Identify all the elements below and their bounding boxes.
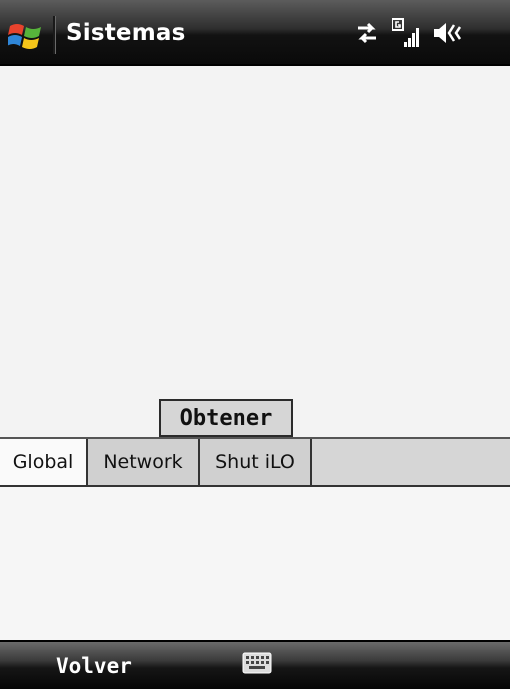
sync-arrows-icon[interactable] (354, 21, 380, 45)
title-separator (53, 16, 56, 54)
soft-key-bar: Volver (0, 640, 510, 689)
signal-strength-icon[interactable] (392, 18, 420, 48)
speaker-muted-icon[interactable] (432, 20, 462, 46)
title-bar: Sistemas (0, 0, 510, 66)
tab-strip-filler (312, 439, 510, 485)
windows-start-icon[interactable] (7, 20, 44, 52)
status-area[interactable] (354, 18, 462, 48)
tab-panel (0, 487, 510, 640)
app-title: Sistemas (66, 20, 186, 46)
volver-softkey[interactable]: Volver (56, 654, 132, 678)
obtener-button[interactable]: Obtener (159, 399, 293, 437)
tab-network[interactable]: Network (88, 439, 200, 485)
tab-global[interactable]: Global (0, 439, 88, 485)
tab-shut-ilo[interactable]: Shut iLO (200, 439, 312, 485)
app-window: Sistemas Obtener Global Network Shut iLO… (0, 0, 510, 689)
tab-strip: Global Network Shut iLO (0, 437, 510, 487)
keyboard-icon[interactable] (242, 652, 272, 674)
